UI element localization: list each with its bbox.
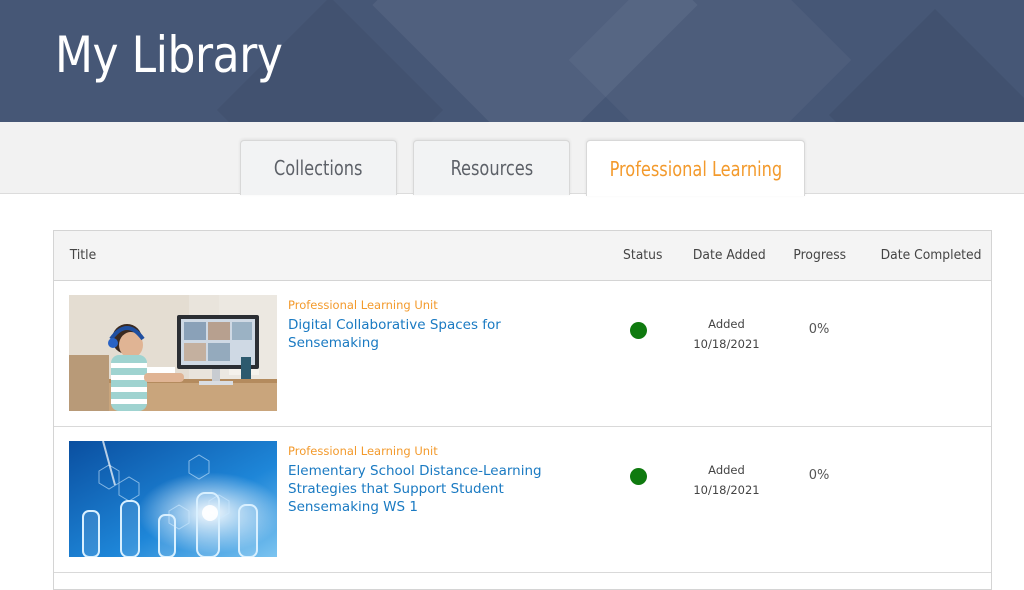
library-table: Title Status Date Added Progress Date Co…	[53, 230, 992, 590]
date-added-cell: Added 10/18/2021	[674, 460, 779, 500]
status-indicator	[630, 322, 647, 339]
unit-type-label: Professional Learning Unit	[288, 444, 438, 458]
table-row: Professional Learning Unit Elementary Sc…	[54, 427, 991, 573]
child-at-computer-image	[69, 295, 277, 411]
column-header-date-completed[interactable]: Date Completed	[878, 248, 984, 263]
added-date: 10/18/2021	[693, 337, 760, 351]
tab-collections[interactable]: Collections	[240, 140, 397, 195]
table-header: Title Status Date Added Progress Date Co…	[54, 231, 991, 281]
banner-decoration	[828, 8, 1024, 122]
column-header-status[interactable]: Status	[622, 248, 663, 263]
added-label: Added	[708, 317, 745, 331]
date-added-cell: Added 10/18/2021	[674, 314, 779, 354]
added-label: Added	[708, 463, 745, 477]
tab-resources[interactable]: Resources	[413, 140, 570, 195]
library-banner: My Library	[0, 0, 1024, 122]
unit-thumbnail[interactable]	[69, 441, 277, 557]
tab-label: Resources	[450, 156, 533, 180]
unit-type-label: Professional Learning Unit	[288, 298, 438, 312]
page-title: My Library	[55, 26, 283, 84]
table-row: Professional Learning Unit Digital Colla…	[54, 281, 991, 427]
progress-value: 0%	[808, 468, 830, 483]
column-header-progress[interactable]: Progress	[792, 248, 847, 263]
progress-value: 0%	[808, 322, 830, 337]
column-header-title[interactable]: Title	[69, 248, 97, 263]
unit-title-link[interactable]: Elementary School Distance-Learning Stra…	[288, 462, 588, 516]
status-indicator	[630, 468, 647, 485]
library-tabs: Collections Resources Professional Learn…	[0, 122, 1024, 196]
column-header-date-added[interactable]: Date Added	[691, 248, 768, 263]
unit-title-link[interactable]: Digital Collaborative Spaces for Sensema…	[288, 316, 588, 352]
tab-label: Professional Learning	[609, 156, 782, 181]
banner-decoration	[568, 0, 852, 122]
added-date: 10/18/2021	[693, 483, 760, 497]
unit-thumbnail[interactable]	[69, 295, 277, 411]
lab-glassware-image	[69, 441, 277, 557]
tab-label: Collections	[274, 156, 363, 180]
tab-professional-learning[interactable]: Professional Learning	[586, 140, 805, 196]
